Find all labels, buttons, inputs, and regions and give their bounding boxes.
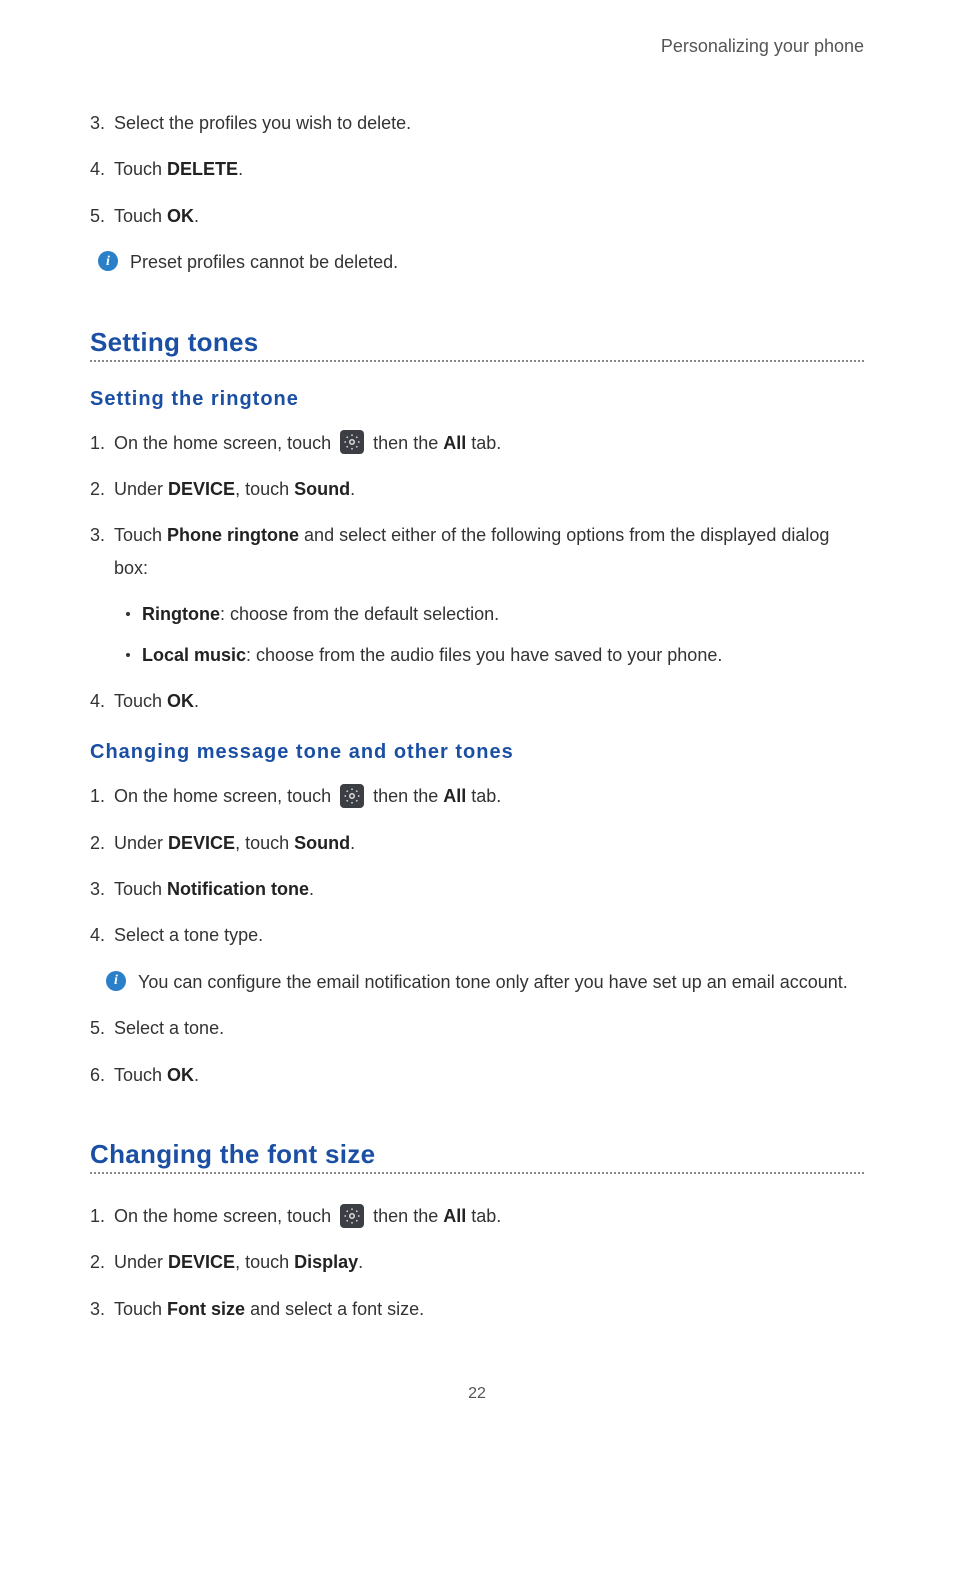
step-number: 2. [90, 827, 110, 859]
subsection-title-message-tones: Changing message tone and other tones [90, 741, 864, 764]
step-text: Under DEVICE, touch Sound. [114, 473, 864, 505]
step-text: Select a tone. [114, 1012, 864, 1044]
info-text: Preset profiles cannot be deleted. [130, 246, 398, 278]
step-text: Touch OK. [114, 200, 864, 232]
settings-icon [340, 430, 364, 454]
subsection-title-ringtone: Setting the ringtone [90, 388, 864, 411]
info-icon: i [98, 251, 118, 271]
step-number: 3. [90, 107, 110, 139]
step-text: Touch Font size and select a font size. [114, 1293, 864, 1325]
section-divider [90, 360, 864, 362]
step-item: 4. Touch OK. [90, 685, 864, 717]
bullet-dot-icon [126, 612, 130, 616]
step-text: Touch DELETE. [114, 153, 864, 185]
bullet-item: Local music: choose from the audio files… [126, 639, 864, 671]
step-item: 5. Select a tone. [90, 1012, 864, 1044]
bullet-item: Ringtone: choose from the default select… [126, 598, 864, 630]
info-note: i Preset profiles cannot be deleted. [98, 246, 864, 278]
step-item: 4. Select a tone type. [90, 919, 864, 951]
step-text: On the home screen, touch then the All t… [114, 1200, 864, 1232]
bullet-dot-icon [126, 653, 130, 657]
page: Personalizing your phone 3. Select the p… [0, 0, 954, 1443]
info-note: i You can configure the email notificati… [106, 966, 864, 998]
step-text: Under DEVICE, touch Display. [114, 1246, 864, 1278]
step-number: 1. [90, 780, 110, 812]
step-item: 1. On the home screen, touch then the Al… [90, 427, 864, 459]
page-header: Personalizing your phone [90, 36, 864, 57]
section-title-tones: Setting tones [90, 327, 864, 358]
section-divider [90, 1172, 864, 1174]
step-text: Touch OK. [114, 685, 864, 717]
step-number: 2. [90, 1246, 110, 1278]
step-item: 3. Touch Font size and select a font siz… [90, 1293, 864, 1325]
step-item: 6. Touch OK. [90, 1059, 864, 1091]
step-item: 1. On the home screen, touch then the Al… [90, 1200, 864, 1232]
step-item: 5. Touch OK. [90, 200, 864, 232]
step-item: 2. Under DEVICE, touch Sound. [90, 473, 864, 505]
settings-icon [340, 784, 364, 808]
step-item: 2. Under DEVICE, touch Display. [90, 1246, 864, 1278]
bullet-text: Local music: choose from the audio files… [142, 639, 722, 671]
step-text: Touch Notification tone. [114, 873, 864, 905]
step-item: 3. Select the profiles you wish to delet… [90, 107, 864, 139]
step-item: 4. Touch DELETE. [90, 153, 864, 185]
step-text: Under DEVICE, touch Sound. [114, 827, 864, 859]
step-text: On the home screen, touch then the All t… [114, 780, 864, 812]
section-title-fontsize: Changing the font size [90, 1139, 864, 1170]
bullet-text: Ringtone: choose from the default select… [142, 598, 499, 630]
step-number: 3. [90, 873, 110, 905]
step-number: 5. [90, 200, 110, 232]
step-text: Touch OK. [114, 1059, 864, 1091]
step-text: Select a tone type. [114, 919, 864, 951]
step-item: 2. Under DEVICE, touch Sound. [90, 827, 864, 859]
info-text: You can configure the email notification… [138, 966, 848, 998]
step-number: 2. [90, 473, 110, 505]
step-number: 4. [90, 685, 110, 717]
step-number: 3. [90, 1293, 110, 1325]
step-item: 3. Touch Phone ringtone and select eithe… [90, 519, 864, 584]
step-text: On the home screen, touch then the All t… [114, 427, 864, 459]
step-number: 4. [90, 919, 110, 951]
step-text: Touch Phone ringtone and select either o… [114, 519, 864, 584]
step-number: 1. [90, 427, 110, 459]
step-number: 4. [90, 153, 110, 185]
step-text: Select the profiles you wish to delete. [114, 107, 864, 139]
step-item: 3. Touch Notification tone. [90, 873, 864, 905]
page-number: 22 [90, 1385, 864, 1403]
step-number: 3. [90, 519, 110, 551]
info-icon: i [106, 971, 126, 991]
step-number: 6. [90, 1059, 110, 1091]
step-item: 1. On the home screen, touch then the Al… [90, 780, 864, 812]
step-number: 1. [90, 1200, 110, 1232]
step-number: 5. [90, 1012, 110, 1044]
settings-icon [340, 1204, 364, 1228]
